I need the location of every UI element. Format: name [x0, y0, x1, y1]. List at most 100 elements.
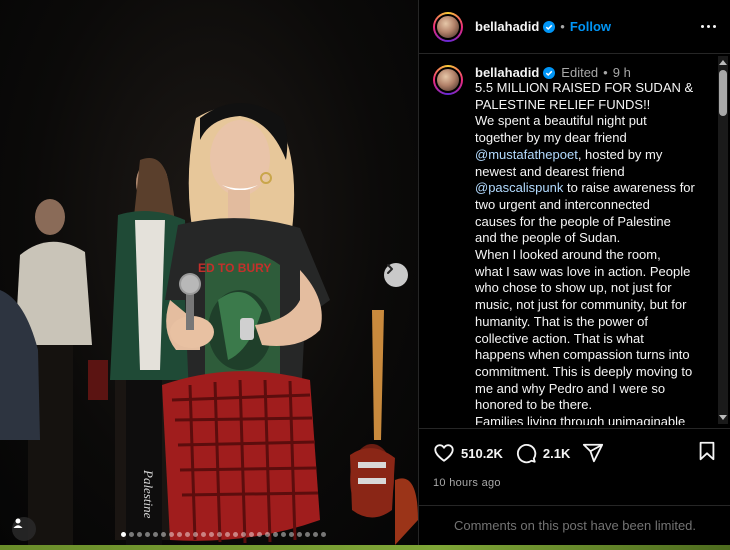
author-username[interactable]: bellahadid [475, 19, 539, 34]
avatar[interactable] [433, 11, 463, 42]
carousel-dot [313, 532, 318, 537]
caption-line: collective action. That is what [475, 331, 705, 348]
caption-line: @pascalispunk to raise awareness for [475, 180, 705, 197]
caption-line-text: honored to be there. [475, 397, 593, 413]
scroll-up-arrow[interactable] [719, 60, 727, 65]
share-button[interactable] [582, 442, 604, 464]
tagged-users-button[interactable] [12, 517, 36, 541]
comments-count[interactable]: 2.1K [543, 446, 570, 461]
carousel-dot [289, 532, 294, 537]
caption-avatar[interactable] [433, 65, 463, 95]
caption-line: When I looked around the room, [475, 247, 705, 264]
scroll-thumb[interactable] [719, 70, 727, 116]
caption-line-text: When I looked around the room, [475, 247, 661, 263]
more-options-icon[interactable] [701, 25, 716, 28]
caption-username[interactable]: bellahadid [475, 65, 539, 80]
caption-line: together by my dear friend [475, 130, 705, 147]
post-side-panel: bellahadid • Follow bellahadid Edited • … [418, 0, 730, 545]
carousel-dot [225, 532, 230, 537]
carousel-dot [185, 532, 190, 537]
carousel-dot [177, 532, 182, 537]
caption-line: who chose to show up, not just for [475, 280, 705, 297]
caption-text: 5.5 MILLION RAISED FOR SUDAN & PALESTINE … [475, 80, 705, 425]
caption-line: PALESTINE RELIEF FUNDS!! [475, 97, 705, 114]
caption-line: Families living through unimaginable [475, 414, 705, 425]
save-button[interactable] [697, 440, 717, 467]
caption-line-text: to raise awareness for [563, 180, 695, 196]
caption-line-text: together by my dear friend [475, 130, 627, 146]
mention-link[interactable]: @pascalispunk [475, 180, 563, 195]
heart-icon [434, 444, 454, 462]
comments-area[interactable]: bellahadid Edited • 9 h 5.5 MILLION RAIS… [419, 55, 730, 425]
caption-line: commitment. This is deeply moving to [475, 364, 705, 381]
caption-line-text: 5.5 MILLION RAISED FOR SUDAN & [475, 80, 694, 95]
carousel-dot [297, 532, 302, 537]
caption-line: happens when compassion turns into [475, 347, 705, 364]
carousel-dot [217, 532, 222, 537]
caption-time: 9 h [612, 65, 631, 80]
scroll-down-arrow[interactable] [719, 415, 727, 420]
caption-line-text: happens when compassion turns into [475, 347, 690, 363]
caption-line: causes for the people of Palestine [475, 214, 705, 231]
caption-line-text: collective action. That is what [475, 330, 644, 346]
caption-line: me and why Pedro and I were so [475, 381, 705, 398]
carousel-dot [233, 532, 238, 537]
caption-header: bellahadid Edited • 9 h [475, 65, 705, 80]
caption-line: music, not just for community, but for [475, 297, 705, 314]
post-actions: 510.2K 2.1K 10 hours ago [419, 428, 730, 489]
caption-line-text: PALESTINE RELIEF FUNDS!! [475, 96, 651, 112]
carousel-dot [121, 532, 126, 537]
comment-button[interactable]: 2.1K [515, 442, 570, 464]
carousel-dot [153, 532, 158, 537]
caption-line: two urgent and interconnected [475, 197, 705, 214]
bottom-edge-strip [0, 545, 730, 550]
carousel-dot [137, 532, 142, 537]
next-image-button[interactable] [384, 263, 408, 287]
caption-line: 5.5 MILLION RAISED FOR SUDAN & [475, 80, 705, 97]
carousel-dot [249, 532, 254, 537]
caption-line: We spent a beautiful night put [475, 113, 705, 130]
follow-button[interactable]: Follow [570, 19, 611, 34]
caption-separator: • [603, 65, 608, 80]
carousel-dots [121, 532, 326, 537]
carousel-dot [257, 532, 262, 537]
carousel-dot [273, 532, 278, 537]
carousel-dot [209, 532, 214, 537]
caption-line: honored to be there. [475, 397, 705, 414]
bookmark-icon [699, 441, 715, 460]
caption: bellahadid Edited • 9 h 5.5 MILLION RAIS… [475, 65, 705, 425]
edited-label: Edited [561, 65, 599, 80]
comment-icon [516, 444, 537, 464]
caption-line-text: , hosted by my [577, 146, 663, 162]
caption-line: newest and dearest friend [475, 164, 705, 181]
header-separator: • [560, 19, 565, 34]
post-photo[interactable]: ED TO BURY Palestine [0, 0, 418, 545]
like-button[interactable]: 510.2K [433, 442, 503, 464]
tshirt-print-text: ED TO BURY [198, 261, 271, 275]
caption-line-text: We spent a beautiful night put [475, 113, 647, 129]
carousel-dot [321, 532, 326, 537]
verified-badge-icon [543, 66, 556, 79]
carousel-dot [169, 532, 174, 537]
chevron-right-icon [387, 264, 393, 274]
carousel-dot [281, 532, 286, 537]
caption-line-text: newest and dearest friend [475, 163, 625, 179]
carousel-dot [201, 532, 206, 537]
carousel-dot [241, 532, 246, 537]
carousel-dot [193, 532, 198, 537]
action-row: 510.2K 2.1K [433, 441, 717, 465]
caption-line-text: who chose to show up, not just for [475, 280, 672, 296]
mention-link[interactable]: @mustafathepoet [475, 147, 578, 162]
verified-badge-icon [543, 20, 556, 33]
post-header: bellahadid • Follow [419, 0, 730, 54]
caption-line-text: commitment. This is deeply moving to [475, 363, 693, 379]
comments-limited-notice: Comments on this post have been limited. [419, 505, 730, 545]
caption-line: what I saw was love in action. People [475, 264, 705, 281]
share-icon [583, 443, 604, 463]
user-tag-icon [13, 518, 23, 528]
photo-illustration: ED TO BURY Palestine [0, 103, 418, 545]
comments-scrollbar[interactable] [718, 56, 728, 424]
likes-count[interactable]: 510.2K [461, 446, 503, 461]
caption-line: and the people of Sudan. [475, 230, 705, 247]
caption-line-text: and the people of Sudan. [475, 230, 621, 246]
